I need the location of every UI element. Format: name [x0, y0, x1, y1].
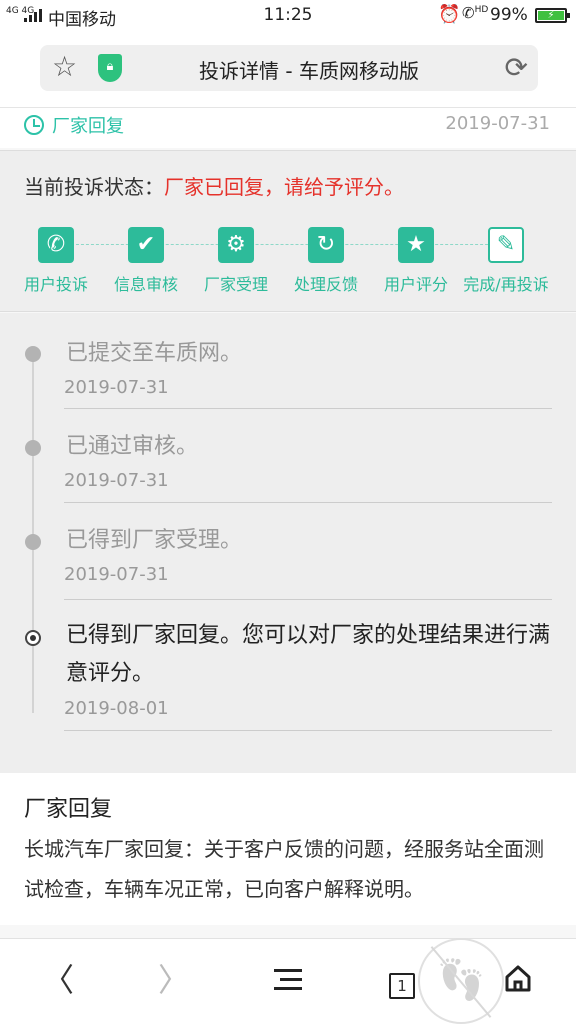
step-label: 用户投诉	[23, 275, 88, 294]
complaint-status-panel: 当前投诉状态：厂家已回复，请给予评分。 ✆ 用户投诉 ✔ 信息审核 ⚙ 厂家受理…	[0, 150, 576, 312]
reply-header-row: 厂家回复 2019-07-31	[0, 108, 576, 148]
refresh-icon: ↻	[308, 227, 344, 263]
timeline-date: 2019-08-01	[64, 698, 169, 719]
battery-percent: 99%	[490, 5, 528, 25]
menu-icon	[274, 969, 302, 991]
menu-button[interactable]	[258, 957, 318, 1003]
home-icon	[505, 965, 531, 992]
progress-steps: ✆ 用户投诉 ✔ 信息审核 ⚙ 厂家受理 ↻ 处理反馈 ★ 用户评分 ✎ 完成/…	[0, 227, 576, 297]
address-bar[interactable]: ☆ 🔒︎ 投诉详情 - 车质网移动版 ⟳	[40, 45, 538, 91]
timeline-date: 2019-07-31	[64, 470, 169, 491]
step-label: 信息审核	[113, 275, 178, 294]
divider	[64, 730, 552, 731]
current-status-value: 厂家已回复，请给予评分。	[164, 175, 404, 199]
step-feedback: ↻ 处理反馈	[281, 227, 371, 295]
check-icon: ✔	[128, 227, 164, 263]
timeline-dot	[25, 346, 41, 362]
forward-button[interactable]: 〉	[144, 957, 204, 1003]
hd-label: HD	[474, 5, 489, 15]
star-outline-icon[interactable]: ☆	[52, 53, 77, 81]
step-factory-accepted: ⚙ 厂家受理	[191, 227, 281, 295]
step-label: 用户评分	[383, 275, 448, 294]
browser-toolbar: ☆ 🔒︎ 投诉详情 - 车质网移动版 ⟳	[0, 32, 576, 108]
timeline-date: 2019-07-31	[64, 564, 169, 585]
timeline-text: 已通过审核。	[66, 434, 199, 459]
alarm-clock-icon: ⏰	[438, 4, 461, 25]
timeline-text: 已提交至车质网。	[66, 341, 243, 366]
status-bar: 4G 4G 中国移动 11:25 ⏰ ✆HD 99% ⚡	[0, 0, 576, 32]
pen-icon: ✎	[488, 227, 524, 263]
current-status-label: 当前投诉状态：	[24, 175, 164, 199]
step-complete-recomplain: ✎ 完成/再投诉	[461, 227, 551, 295]
timeline-dot	[25, 440, 41, 456]
back-button[interactable]: 〈	[28, 957, 88, 1003]
reply-header-label: 厂家回复	[52, 116, 124, 137]
clock-icon	[24, 115, 44, 135]
page-title[interactable]: 投诉详情 - 车质网移动版	[140, 55, 478, 84]
progress-timeline: 已提交至车质网。 2019-07-31 已通过审核。 2019-07-31 已得…	[0, 313, 576, 773]
star-icon: ★	[398, 227, 434, 263]
green-shield-lock-icon[interactable]: 🔒︎	[98, 54, 122, 82]
timeline-text: 已得到厂家受理。	[66, 528, 243, 553]
step-info-review: ✔ 信息审核	[101, 227, 191, 295]
tabs-count: 1	[389, 973, 415, 999]
gear-icon: ⚙	[218, 227, 254, 263]
reply-header-date: 2019-07-31	[445, 113, 550, 134]
step-label: 完成/再投诉	[463, 275, 549, 294]
factory-reply-title: 厂家回复	[24, 797, 113, 822]
divider	[64, 599, 552, 600]
step-user-rating: ★ 用户评分	[371, 227, 461, 295]
step-label: 厂家受理	[203, 275, 268, 294]
factory-reply-section: 厂家回复 长城汽车厂家回复：关于客户反馈的问题，经服务站全面测试检查，车辆车况正…	[0, 773, 576, 925]
timeline-date: 2019-07-31	[64, 377, 169, 398]
timeline-line	[32, 353, 34, 713]
factory-reply-body: 长城汽车厂家回复：关于客户反馈的问题，经服务站全面测试检查，车辆车况正常，已向客…	[24, 837, 544, 901]
divider	[64, 408, 552, 409]
divider	[64, 502, 552, 503]
footprint-icon[interactable]: 👣︎	[418, 938, 504, 1024]
step-user-complaint: ✆ 用户投诉	[11, 227, 101, 295]
timeline-text: 已得到厂家回复。您可以对厂家的处理结果进行满意评分。	[66, 623, 551, 686]
hd-call-icon: ✆HD	[462, 4, 489, 22]
timeline-dot-current	[25, 630, 41, 646]
step-label: 处理反馈	[293, 275, 358, 294]
timeline-dot	[25, 534, 41, 550]
current-status: 当前投诉状态：厂家已回复，请给予评分。	[24, 171, 404, 200]
reload-icon[interactable]: ⟳	[505, 51, 528, 84]
battery-icon: ⚡	[535, 8, 570, 23]
phone-icon: ✆	[38, 227, 74, 263]
